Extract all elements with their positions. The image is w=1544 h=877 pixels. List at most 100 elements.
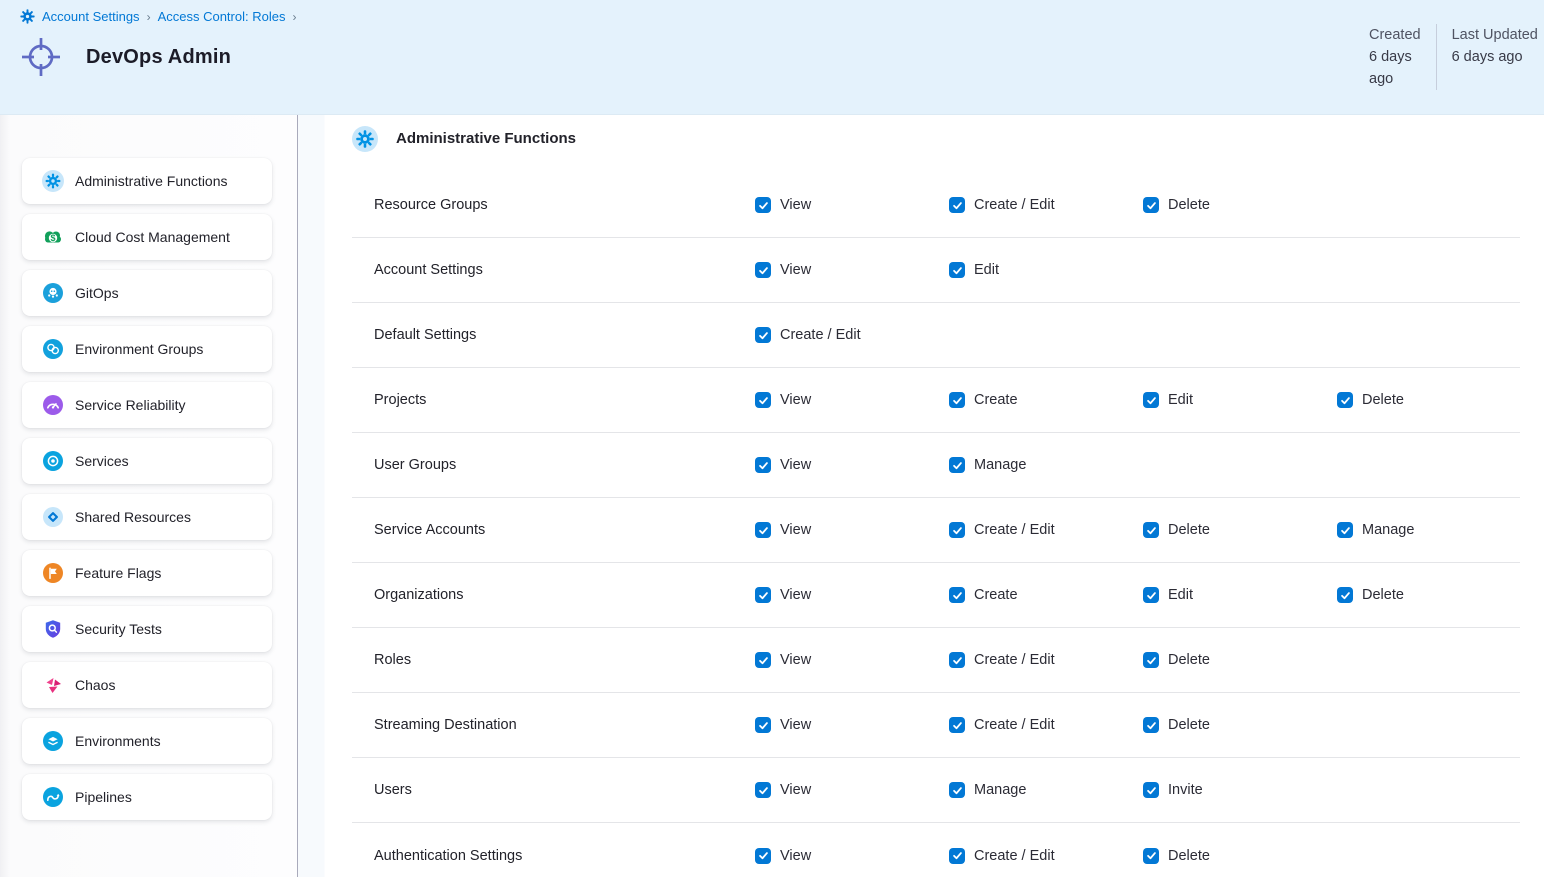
permission-option[interactable]: View bbox=[755, 717, 949, 733]
permission-option[interactable]: Delete bbox=[1337, 392, 1520, 408]
checkbox-checked-icon[interactable] bbox=[755, 197, 771, 213]
checkbox-checked-icon[interactable] bbox=[1337, 587, 1353, 603]
permission-option[interactable]: Create bbox=[949, 587, 1143, 603]
breadcrumb-link-access-control-roles[interactable]: Access Control: Roles bbox=[158, 9, 286, 24]
checkbox-checked-icon[interactable] bbox=[1143, 587, 1159, 603]
permission-label: Edit bbox=[974, 262, 999, 278]
checkbox-checked-icon[interactable] bbox=[1143, 197, 1159, 213]
checkbox-checked-icon[interactable] bbox=[949, 652, 965, 668]
permission-label: Delete bbox=[1168, 522, 1210, 538]
checkbox-checked-icon[interactable] bbox=[755, 782, 771, 798]
section-header: Administrative Functions bbox=[352, 125, 1544, 152]
sidebar-item-environments[interactable]: Environments bbox=[22, 718, 272, 764]
checkbox-checked-icon[interactable] bbox=[1143, 848, 1159, 864]
permission-option[interactable]: Manage bbox=[1337, 522, 1520, 538]
permission-option[interactable]: Invite bbox=[1143, 782, 1337, 798]
checkbox-checked-icon[interactable] bbox=[755, 262, 771, 278]
sidebar-item-label: Shared Resources bbox=[75, 509, 191, 525]
permission-option[interactable]: View bbox=[755, 197, 949, 213]
breadcrumb-link-account-settings[interactable]: Account Settings bbox=[42, 9, 140, 24]
checkbox-checked-icon[interactable] bbox=[755, 392, 771, 408]
permission-label: View bbox=[780, 652, 811, 668]
sidebar-item-label: Cloud Cost Management bbox=[75, 229, 230, 245]
permission-option[interactable]: Edit bbox=[1143, 392, 1337, 408]
sidebar-item-chaos[interactable]: Chaos bbox=[22, 662, 272, 708]
checkbox-checked-icon[interactable] bbox=[949, 522, 965, 538]
permission-option[interactable]: Delete bbox=[1143, 848, 1337, 864]
checkbox-checked-icon[interactable] bbox=[755, 652, 771, 668]
permission-option[interactable]: View bbox=[755, 522, 949, 538]
permissions-panel: Administrative Functions Resource Groups… bbox=[298, 115, 1544, 877]
checkbox-checked-icon[interactable] bbox=[949, 457, 965, 473]
permission-label: Create / Edit bbox=[974, 197, 1055, 213]
sidebar-item-gitops[interactable]: GitOps bbox=[22, 270, 272, 316]
permission-option[interactable]: Delete bbox=[1337, 587, 1520, 603]
sidebar-item-pipelines[interactable]: Pipelines bbox=[22, 774, 272, 820]
checkbox-checked-icon[interactable] bbox=[949, 782, 965, 798]
permission-option[interactable]: View bbox=[755, 392, 949, 408]
permission-row: User GroupsViewManage bbox=[352, 433, 1520, 498]
sidebar-item-cloud-cost-management[interactable]: $Cloud Cost Management bbox=[22, 214, 272, 260]
created-value: 6 days ago bbox=[1369, 46, 1421, 90]
permission-label: Manage bbox=[974, 457, 1026, 473]
checkbox-checked-icon[interactable] bbox=[1143, 522, 1159, 538]
permission-option[interactable]: Create / Edit bbox=[949, 522, 1143, 538]
checkbox-checked-icon[interactable] bbox=[949, 392, 965, 408]
permission-option[interactable]: Manage bbox=[949, 457, 1143, 473]
checkbox-checked-icon[interactable] bbox=[755, 457, 771, 473]
checkbox-checked-icon[interactable] bbox=[949, 848, 965, 864]
security-shield-icon bbox=[42, 618, 64, 640]
checkbox-checked-icon[interactable] bbox=[1143, 782, 1159, 798]
checkbox-checked-icon[interactable] bbox=[949, 262, 965, 278]
checkbox-checked-icon[interactable] bbox=[949, 197, 965, 213]
permission-option[interactable]: View bbox=[755, 782, 949, 798]
permission-label: Create / Edit bbox=[974, 848, 1055, 864]
sidebar-item-administrative-functions[interactable]: Administrative Functions bbox=[22, 158, 272, 204]
permission-option[interactable]: Delete bbox=[1143, 717, 1337, 733]
permission-option[interactable]: Delete bbox=[1143, 652, 1337, 668]
resource-name: Resource Groups bbox=[352, 197, 755, 213]
permission-option[interactable]: Create bbox=[949, 392, 1143, 408]
permission-option[interactable]: Delete bbox=[1143, 197, 1337, 213]
sidebar-item-environment-groups[interactable]: Environment Groups bbox=[22, 326, 272, 372]
permission-option[interactable]: View bbox=[755, 262, 949, 278]
sidebar-item-shared-resources[interactable]: Shared Resources bbox=[22, 494, 272, 540]
permission-option[interactable]: View bbox=[755, 848, 949, 864]
permission-option[interactable]: Delete bbox=[1143, 522, 1337, 538]
sidebar-item-services[interactable]: Services bbox=[22, 438, 272, 484]
permission-option[interactable]: Create / Edit bbox=[949, 197, 1143, 213]
feature-flag-icon bbox=[42, 562, 64, 584]
sidebar-item-security-tests[interactable]: Security Tests bbox=[22, 606, 272, 652]
permission-option[interactable]: Edit bbox=[949, 262, 1143, 278]
permission-option[interactable]: Create / Edit bbox=[949, 652, 1143, 668]
permission-option[interactable]: Create / Edit bbox=[755, 327, 949, 343]
checkbox-checked-icon[interactable] bbox=[755, 522, 771, 538]
checkbox-checked-icon[interactable] bbox=[1143, 392, 1159, 408]
sidebar-item-feature-flags[interactable]: Feature Flags bbox=[22, 550, 272, 596]
sidebar-item-service-reliability[interactable]: Service Reliability bbox=[22, 382, 272, 428]
permission-option[interactable]: View bbox=[755, 652, 949, 668]
checkbox-checked-icon[interactable] bbox=[755, 848, 771, 864]
checkbox-checked-icon[interactable] bbox=[949, 587, 965, 603]
permission-label: View bbox=[780, 262, 811, 278]
checkbox-checked-icon[interactable] bbox=[949, 717, 965, 733]
services-target-icon bbox=[42, 450, 64, 472]
permission-option[interactable]: View bbox=[755, 457, 949, 473]
permission-option[interactable]: Edit bbox=[1143, 587, 1337, 603]
created-meta: Created 6 days ago bbox=[1369, 24, 1436, 90]
permission-option[interactable]: Create / Edit bbox=[949, 848, 1143, 864]
checkbox-checked-icon[interactable] bbox=[1337, 392, 1353, 408]
checkbox-checked-icon[interactable] bbox=[755, 717, 771, 733]
permission-option[interactable]: Create / Edit bbox=[949, 717, 1143, 733]
permission-label: View bbox=[780, 587, 811, 603]
permission-option[interactable]: View bbox=[755, 587, 949, 603]
permission-option[interactable]: Manage bbox=[949, 782, 1143, 798]
section-title: Administrative Functions bbox=[396, 130, 576, 147]
checkbox-checked-icon[interactable] bbox=[1143, 717, 1159, 733]
checkbox-checked-icon[interactable] bbox=[1337, 522, 1353, 538]
checkbox-checked-icon[interactable] bbox=[755, 327, 771, 343]
checkbox-checked-icon[interactable] bbox=[755, 587, 771, 603]
resource-name: Organizations bbox=[352, 587, 755, 603]
sidebar-item-label: Environment Groups bbox=[75, 341, 203, 357]
checkbox-checked-icon[interactable] bbox=[1143, 652, 1159, 668]
